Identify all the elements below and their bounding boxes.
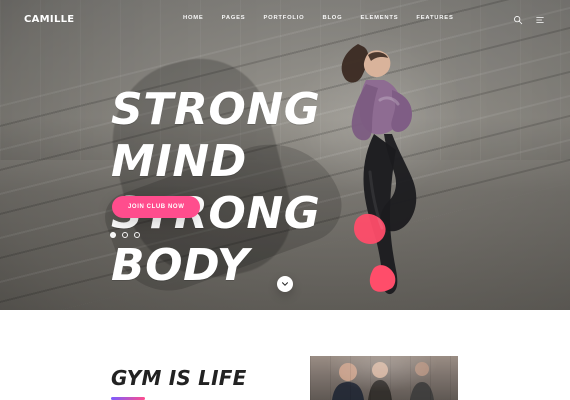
gym-photo (310, 356, 458, 400)
header-icons (512, 14, 546, 26)
content-section (0, 310, 570, 400)
scroll-down-button[interactable] (277, 276, 293, 292)
gym-photo-texture (310, 356, 458, 400)
menu-icon[interactable] (534, 14, 546, 26)
join-club-button[interactable]: JOIN CLUB NOW (112, 196, 201, 218)
page: CAMILLE HOME PAGES PORTFOLIO BLOG ELEMEN… (0, 0, 570, 400)
slider-dot-1[interactable] (110, 232, 116, 238)
nav-item-home[interactable]: HOME (183, 15, 204, 22)
nav-item-blog[interactable]: BLOG (322, 15, 342, 22)
section-title: GYM IS LIFE (111, 366, 247, 390)
main-nav: HOME PAGES PORTFOLIO BLOG ELEMENTS FEATU… (183, 15, 454, 22)
slider-dot-3[interactable] (134, 232, 140, 238)
slider-dot-2[interactable] (122, 232, 128, 238)
hero-headline: STRONG MIND STRONG BODY (111, 84, 441, 292)
search-icon[interactable] (512, 14, 524, 26)
chevron-down-icon (282, 282, 288, 286)
nav-item-pages[interactable]: PAGES (222, 15, 246, 22)
top-navigation: CAMILLE HOME PAGES PORTFOLIO BLOG ELEMEN… (0, 0, 570, 40)
hero-section: CAMILLE HOME PAGES PORTFOLIO BLOG ELEMEN… (0, 0, 570, 310)
nav-item-portfolio[interactable]: PORTFOLIO (263, 15, 304, 22)
brand-logo[interactable]: CAMILLE (24, 14, 74, 25)
hero-slider-dots (110, 232, 140, 238)
nav-item-features[interactable]: FEATURES (416, 15, 453, 22)
hero-headline-line-1: STRONG MIND (111, 84, 321, 187)
nav-item-elements[interactable]: ELEMENTS (360, 15, 398, 22)
